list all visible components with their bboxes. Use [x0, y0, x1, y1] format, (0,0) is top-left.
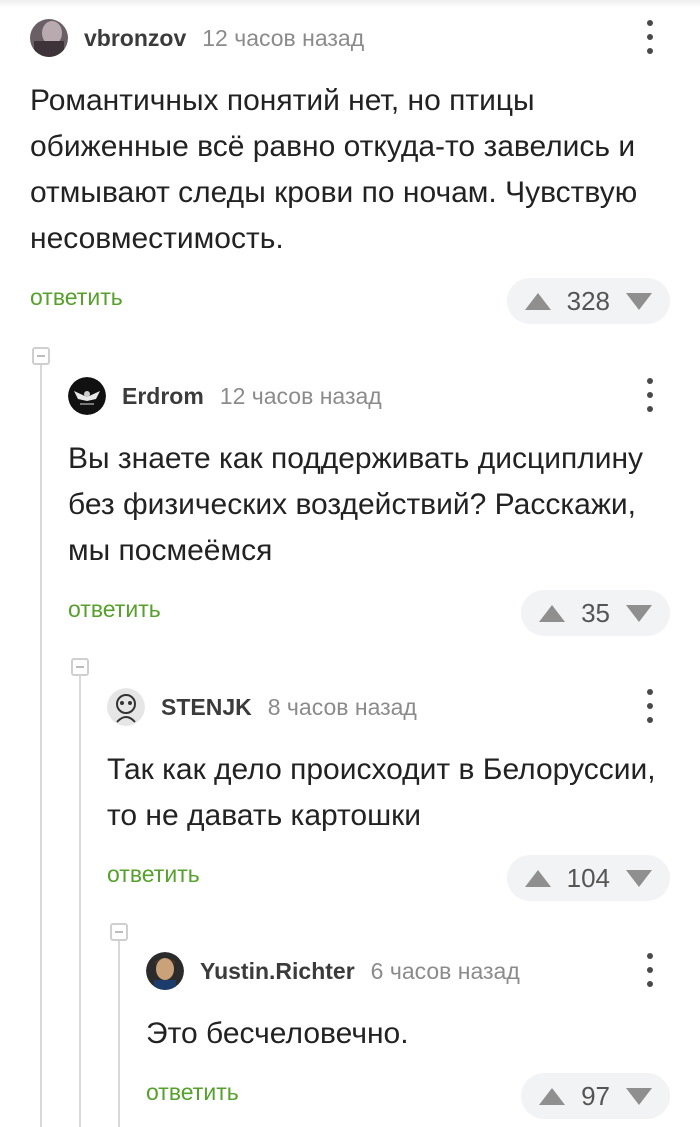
- downvote-icon[interactable]: [626, 604, 652, 622]
- author-name[interactable]: Yustin.Richter: [200, 958, 355, 985]
- comment-footer: ответить 328: [30, 278, 670, 324]
- comment-header: Erdrom 12 часов назад: [68, 376, 670, 416]
- thread-line: [40, 364, 42, 1127]
- thread-line: [79, 676, 81, 1127]
- vote-panel: 35: [521, 590, 670, 636]
- comment-text: Так как дело происходит в Белоруссии, то…: [107, 753, 656, 832]
- avatar[interactable]: [68, 377, 106, 415]
- comment-footer: ответить 97: [146, 1073, 670, 1119]
- reply-link[interactable]: ответить: [68, 596, 161, 623]
- vote-score: 35: [581, 597, 610, 628]
- downvote-icon[interactable]: [626, 292, 652, 310]
- kebab-menu-icon[interactable]: [640, 689, 660, 723]
- avatar[interactable]: [107, 688, 145, 726]
- vote-panel: 104: [506, 855, 670, 901]
- comment: vbronzov 12 часов назад Романтичных поня…: [30, 18, 670, 324]
- top-shadow: [0, 0, 700, 8]
- collapse-thread-icon[interactable]: [71, 658, 89, 676]
- collapse-thread-icon[interactable]: [110, 923, 128, 941]
- comment: Yustin.Richter 6 часов назад Это бесчело…: [146, 951, 670, 1119]
- comment-header: vbronzov 12 часов назад: [30, 18, 670, 58]
- vote-score: 104: [566, 862, 610, 893]
- downvote-icon[interactable]: [626, 1087, 652, 1105]
- kebab-menu-icon[interactable]: [640, 953, 660, 987]
- kebab-menu-icon[interactable]: [640, 378, 660, 412]
- vote-score: 328: [566, 285, 610, 316]
- comment-header: STENJK 8 часов назад: [107, 687, 670, 727]
- comment: Erdrom 12 часов назад Вы знаете как подд…: [68, 376, 670, 636]
- comment-text: Вы знаете как поддерживать дисциплину бе…: [68, 442, 644, 567]
- comment-text: Это бесчеловечно.: [146, 1017, 409, 1050]
- vote-score: 97: [581, 1080, 610, 1111]
- upvote-icon[interactable]: [524, 292, 551, 310]
- avatar[interactable]: [146, 952, 184, 990]
- upvote-icon[interactable]: [524, 869, 551, 887]
- author-name[interactable]: STENJK: [161, 694, 252, 721]
- reply-link[interactable]: ответить: [107, 861, 200, 888]
- downvote-icon[interactable]: [626, 869, 652, 887]
- comment-footer: ответить 35: [68, 590, 670, 636]
- comment-time: 12 часов назад: [202, 24, 365, 51]
- kebab-menu-icon[interactable]: [640, 20, 660, 54]
- vote-panel: 328: [506, 278, 670, 324]
- reply-link[interactable]: ответить: [146, 1079, 239, 1106]
- comment-footer: ответить 104: [107, 855, 670, 901]
- upvote-icon[interactable]: [539, 1087, 566, 1105]
- author-name[interactable]: Erdrom: [122, 383, 204, 410]
- avatar[interactable]: [30, 19, 68, 57]
- comment-text: Романтичных понятий нет, но птицы обижен…: [30, 84, 638, 255]
- comment-header: Yustin.Richter 6 часов назад: [146, 951, 670, 991]
- collapse-thread-icon[interactable]: [32, 347, 50, 365]
- comment: STENJK 8 часов назад Так как дело происх…: [107, 687, 670, 901]
- thread-line: [118, 940, 120, 1127]
- reply-link[interactable]: ответить: [30, 284, 123, 311]
- comment-time: 12 часов назад: [219, 382, 382, 409]
- comment-time: 8 часов назад: [267, 693, 417, 720]
- upvote-icon[interactable]: [539, 604, 566, 622]
- comment-time: 6 часов назад: [370, 957, 520, 984]
- author-name[interactable]: vbronzov: [84, 25, 186, 52]
- vote-panel: 97: [521, 1073, 670, 1119]
